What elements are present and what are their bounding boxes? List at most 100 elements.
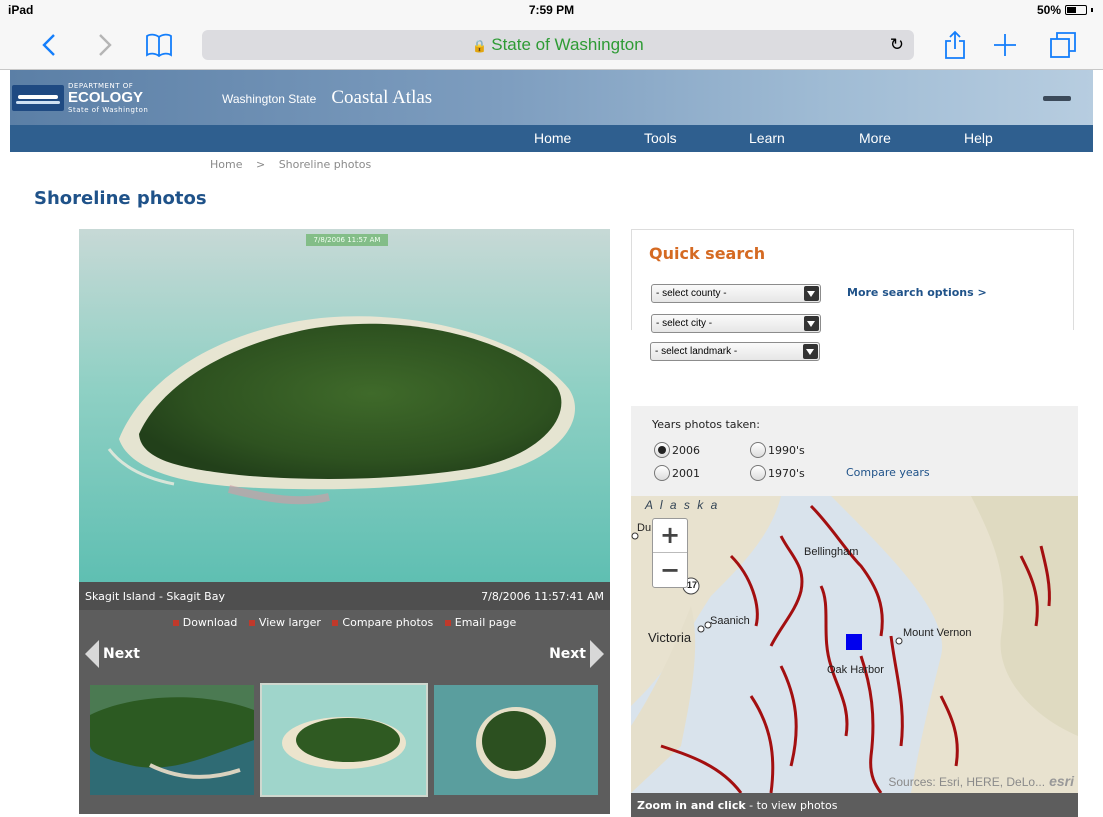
next-photo-button[interactable]: Next xyxy=(549,640,604,668)
ecology-logo[interactable]: DEPARTMENT OF ECOLOGY State of Washingto… xyxy=(12,80,154,116)
forward-icon[interactable] xyxy=(88,28,122,62)
breadcrumb-home[interactable]: Home xyxy=(210,158,242,171)
map-label-oak-harbor: Oak Harbor xyxy=(827,664,884,676)
radio-icon xyxy=(750,465,766,481)
photo-panel: 7/8/2006 11:57 AM Skagit Island - Skagit… xyxy=(79,229,610,814)
download-link[interactable]: Download xyxy=(172,616,237,629)
battery-indicator: 50% xyxy=(1037,3,1093,17)
back-icon[interactable] xyxy=(32,28,66,62)
county-select[interactable]: - select county - xyxy=(651,284,821,303)
logo-sub-text: State of Washington xyxy=(68,106,149,114)
nav-learn[interactable]: Learn xyxy=(749,130,785,146)
tabs-icon[interactable] xyxy=(1046,28,1080,62)
zoom-in-button[interactable]: + xyxy=(653,519,687,553)
photo-timestamp-stamp: 7/8/2006 11:57 AM xyxy=(306,234,388,246)
view-larger-icon xyxy=(248,620,255,626)
email-page-link[interactable]: Email page xyxy=(444,616,516,629)
zoom-out-button[interactable]: − xyxy=(653,554,687,588)
arrow-left-icon xyxy=(85,640,99,668)
main-nav: Home Tools Learn More Help xyxy=(10,125,1093,152)
download-icon xyxy=(172,620,179,626)
years-label: Years photos taken: xyxy=(652,418,760,431)
map-label-saanich: Saanich xyxy=(710,615,750,627)
view-larger-link[interactable]: View larger xyxy=(248,616,321,629)
map-label-victoria: Victoria xyxy=(648,630,692,645)
map-label-bellingham: Bellingham xyxy=(804,546,859,558)
next-label: Next xyxy=(549,646,586,662)
map-canvas[interactable] xyxy=(631,496,1078,793)
radio-1970s[interactable]: 1970's xyxy=(750,465,805,481)
radio-selected-icon xyxy=(654,442,670,458)
breadcrumb: Home > Shoreline photos xyxy=(210,158,371,171)
map-footer: Zoom in and click - to view photos xyxy=(631,793,1078,817)
map-footer-bold: Zoom in and click xyxy=(637,799,746,812)
radio-1990s[interactable]: 1990's xyxy=(750,442,805,458)
page-title: Shoreline photos xyxy=(34,188,207,209)
map-footer-rest: - to view photos xyxy=(745,799,838,812)
radio-icon xyxy=(654,465,670,481)
years-panel: Years photos taken: 2006 1990's 2001 197… xyxy=(631,406,1078,496)
nav-tools[interactable]: Tools xyxy=(644,130,677,146)
breadcrumb-current: Shoreline photos xyxy=(278,158,372,171)
thumbnail-3[interactable] xyxy=(434,685,598,795)
compare-icon xyxy=(332,620,339,626)
radio-2001[interactable]: 2001 xyxy=(654,465,700,481)
site-header: DEPARTMENT OF ECOLOGY State of Washingto… xyxy=(10,70,1093,125)
radio-2006[interactable]: 2006 xyxy=(654,442,700,458)
map-label-du: Du xyxy=(637,522,652,534)
photo-map[interactable]: + − A l a s k a Du Bellingham Saanich Vi… xyxy=(631,496,1078,793)
chevron-down-icon xyxy=(804,286,819,301)
clock: 7:59 PM xyxy=(528,3,575,17)
map-label-alaska: A l a s k a xyxy=(645,498,720,512)
nav-home[interactable]: Home xyxy=(534,130,571,146)
share-icon[interactable] xyxy=(938,28,972,62)
arrow-right-icon xyxy=(590,640,604,668)
thumbnail-1[interactable] xyxy=(90,685,254,795)
battery-icon xyxy=(1065,5,1087,15)
battery-percent: 50% xyxy=(1036,3,1061,17)
address-bar[interactable]: 🔒 State of Washington ↻ xyxy=(202,30,914,60)
site-title: Washington State Coastal Atlas xyxy=(222,87,432,109)
map-attribution: Sources: Esri, HERE, DeLo... esri xyxy=(888,773,1074,789)
landmark-select[interactable]: - select landmark - xyxy=(650,342,820,361)
browser-toolbar: 🔒 State of Washington ↻ xyxy=(0,20,1103,70)
status-bar: iPad 7:59 PM 50% xyxy=(0,0,1103,20)
site-atlas-label: Coastal Atlas xyxy=(331,87,433,108)
zoom-control: + − xyxy=(652,518,688,588)
bookmarks-icon[interactable] xyxy=(142,28,176,62)
quick-search-panel: Quick search - select county - - select … xyxy=(631,229,1074,333)
nav-help[interactable]: Help xyxy=(964,130,993,146)
radio-icon xyxy=(750,442,766,458)
ferry-graphic xyxy=(1043,96,1071,101)
nav-more[interactable]: More xyxy=(859,130,891,146)
route-shield-17: 17 xyxy=(687,580,698,590)
logo-mark-icon xyxy=(12,85,64,111)
reload-icon[interactable]: ↻ xyxy=(890,30,904,60)
attribution-text: Sources: Esri, HERE, DeLo... xyxy=(888,775,1046,789)
email-icon xyxy=(444,620,451,626)
breadcrumb-separator: > xyxy=(255,158,266,171)
thumbnail-2[interactable] xyxy=(260,683,428,797)
site-state-label: Washington State xyxy=(222,92,317,106)
lock-icon: 🔒 xyxy=(472,39,488,53)
map-label-mount-vernon: Mount Vernon xyxy=(903,627,972,639)
photo-actions: Download View larger Compare photos Emai… xyxy=(79,616,610,629)
chevron-down-icon xyxy=(804,316,819,331)
thumbnail-strip xyxy=(90,683,600,797)
compare-photos-link[interactable]: Compare photos xyxy=(332,616,433,629)
photo-location: Skagit Island - Skagit Bay xyxy=(85,590,225,603)
photo-caption-bar: Skagit Island - Skagit Bay 7/8/2006 11:5… xyxy=(79,582,610,610)
compare-years-link[interactable]: Compare years xyxy=(846,466,930,479)
chevron-down-icon xyxy=(803,344,818,359)
photo-timestamp: 7/8/2006 11:57:41 AM xyxy=(481,590,604,603)
previous-label: Next xyxy=(103,646,140,662)
address-text: State of Washington xyxy=(491,35,644,54)
main-shoreline-photo[interactable] xyxy=(79,229,610,582)
logo-big-text: ECOLOGY xyxy=(68,89,144,106)
new-tab-icon[interactable] xyxy=(988,28,1022,62)
city-select[interactable]: - select city - xyxy=(651,314,821,333)
quick-search-title: Quick search xyxy=(649,244,766,263)
previous-photo-button[interactable]: Next xyxy=(85,640,140,668)
esri-logo: esri xyxy=(1049,773,1074,789)
more-search-options-link[interactable]: More search options > xyxy=(847,286,987,299)
